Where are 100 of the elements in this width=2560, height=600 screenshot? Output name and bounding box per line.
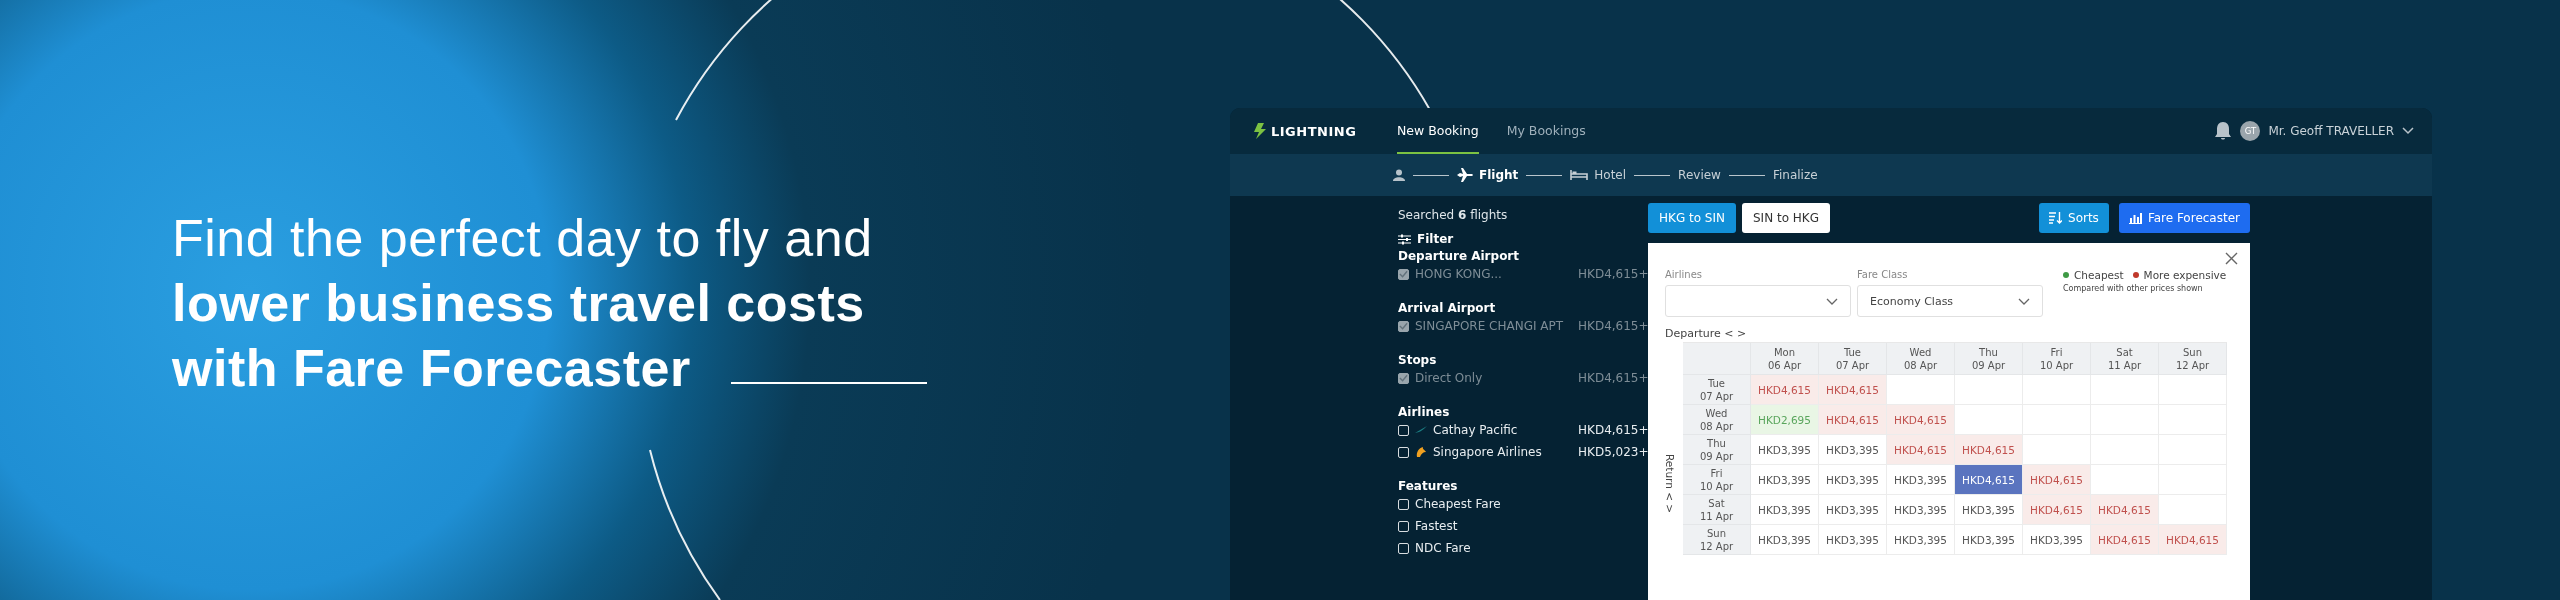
option-price: HKD5,023+ [1578,445,1648,459]
price-cell[interactable]: HKD3,395 [1751,435,1819,465]
bar-chart-icon [2128,212,2142,224]
option-label: Direct Only [1415,371,1483,385]
row-header: Tue 07 Apr [1683,375,1751,405]
lightning-logo-icon [1253,123,1267,139]
chevron-down-icon[interactable] [2402,127,2414,135]
checkbox[interactable] [1398,498,1409,510]
user-menu[interactable]: Mr. Geoff TRAVELLER [2268,124,2394,138]
row-header: Sat 11 Apr [1683,495,1751,525]
price-cell[interactable]: HKD3,395 [1819,465,1887,495]
filter-title: Filter [1417,232,1454,246]
headline-line: with Fare Forecaster [172,337,691,398]
price-cell[interactable]: HKD3,395 [1955,525,2023,555]
return-label: Return < > [1664,453,1676,514]
row-header: Wed 08 Apr [1683,405,1751,435]
option-label: NDC Fare [1415,541,1471,555]
section-title: Airlines [1398,405,1451,419]
legend-note: Compared with other prices shown [2063,284,2204,293]
select-value: Economy Class [1870,294,1954,308]
checkbox[interactable] [1398,424,1409,436]
price-cell[interactable] [2023,435,2091,465]
option-label: Singapore Airlines [1433,445,1542,459]
price-cell[interactable] [2023,375,2091,405]
headline-line: Find the perfect day to fly and [172,207,873,268]
option-label: HONG KONG... [1415,267,1502,281]
logo-text: LIGHTNING [1271,123,1357,139]
departure-label: Departure < > [1665,327,1748,340]
bed-icon [1570,169,1589,181]
plane-icon [1457,168,1473,182]
option-price: HKD4,615+ [1578,319,1648,333]
price-cell[interactable]: HKD4,615 [1955,465,2023,495]
price-cell[interactable]: HKD4,615 [2091,495,2159,525]
price-cell[interactable]: HKD3,395 [1887,465,1955,495]
price-cell[interactable]: HKD3,395 [2023,525,2091,555]
price-cell[interactable]: HKD4,615 [2159,525,2227,555]
price-cell[interactable]: HKD3,395 [1751,495,1819,525]
price-cell[interactable]: HKD3,395 [1751,525,1819,555]
option-price: HKD4,615+ [1578,371,1648,385]
price-cell[interactable]: HKD4,615 [2023,465,2091,495]
field-label: Airlines [1665,269,1703,280]
chevron-down-icon [2018,297,2030,305]
price-cell[interactable]: HKD4,615 [1819,405,1887,435]
section-title: Departure Airport [1398,249,1521,263]
price-cell[interactable]: HKD3,395 [1819,495,1887,525]
price-cell[interactable]: HKD4,615 [2091,525,2159,555]
price-cell[interactable] [1955,375,2023,405]
checkbox[interactable] [1398,520,1409,532]
price-cell[interactable]: HKD4,615 [1887,405,1955,435]
step-link[interactable]: Finalize [1772,168,1818,182]
sort-icon [2049,212,2062,224]
column-header: Sat 11 Apr [2091,343,2159,375]
price-cell[interactable]: HKD3,395 [1887,495,1955,525]
headline-line: lower business travel costs [172,272,865,333]
price-cell[interactable] [2091,375,2159,405]
price-cell[interactable] [1887,375,1955,405]
column-header: Fri 10 Apr [2023,343,2091,375]
option-price: HKD4,615+ [1578,267,1648,281]
price-cell[interactable]: HKD3,395 [1819,435,1887,465]
price-cell[interactable]: HKD4,615 [1819,375,1887,405]
person-icon[interactable] [1393,169,1405,181]
price-cell[interactable]: HKD3,395 [1955,495,2023,525]
chevron-down-icon [1826,297,1838,305]
row-header: Sun 12 Apr [1683,525,1751,555]
price-cell[interactable] [2159,375,2227,405]
section-title: Stops [1398,353,1438,367]
airlines-select[interactable] [1665,285,1851,317]
bird-logo-icon [1415,446,1427,458]
step-link[interactable]: Flight [1479,168,1519,182]
option-label: SINGAPORE CHANGI APT [1415,319,1564,333]
filter-icon [1398,233,1411,245]
column-header: Wed 08 Apr [1887,343,1955,375]
row-header: Fri 10 Apr [1683,465,1751,495]
price-cell[interactable]: HKD3,395 [1751,465,1819,495]
checkbox[interactable] [1398,542,1409,554]
legend-label: More expensive [2143,269,2227,281]
nav-tab[interactable]: My Bookings [1506,108,1586,154]
price-cell[interactable]: HKD4,615 [2023,495,2091,525]
price-cell[interactable]: HKD4,615 [1887,435,1955,465]
field-label: Fare Class [1857,269,1909,280]
direction-tab[interactable]: SIN to HKG [1742,203,1830,233]
step-link[interactable]: Review [1678,168,1721,182]
column-header: Tue 07 Apr [1819,343,1887,375]
bell-icon[interactable] [2214,121,2233,141]
option-label: Cathay Pacific [1433,423,1518,437]
column-header: Thu 09 Apr [1955,343,2023,375]
price-cell[interactable]: HKD3,395 [1819,525,1887,555]
fare-class-select[interactable]: Economy Class [1857,285,2043,317]
column-header: Mon 06 Apr [1751,343,1819,375]
checkbox[interactable] [1398,446,1409,458]
forecast-button[interactable]: Fare Forecaster [2118,203,2250,233]
price-cell[interactable]: HKD4,615 [1955,435,2023,465]
search-summary: Searched 6 flights [1398,208,1509,222]
section-title: Features [1398,479,1459,493]
sort-button[interactable]: Sorts [2039,203,2109,233]
direction-tab[interactable]: HKG to SIN [1648,203,1736,233]
close-icon[interactable] [2225,252,2238,265]
step-link[interactable]: Hotel [1594,168,1627,182]
price-cell[interactable]: HKD4,615 [1751,375,1819,405]
price-cell[interactable]: HKD3,395 [1887,525,1955,555]
